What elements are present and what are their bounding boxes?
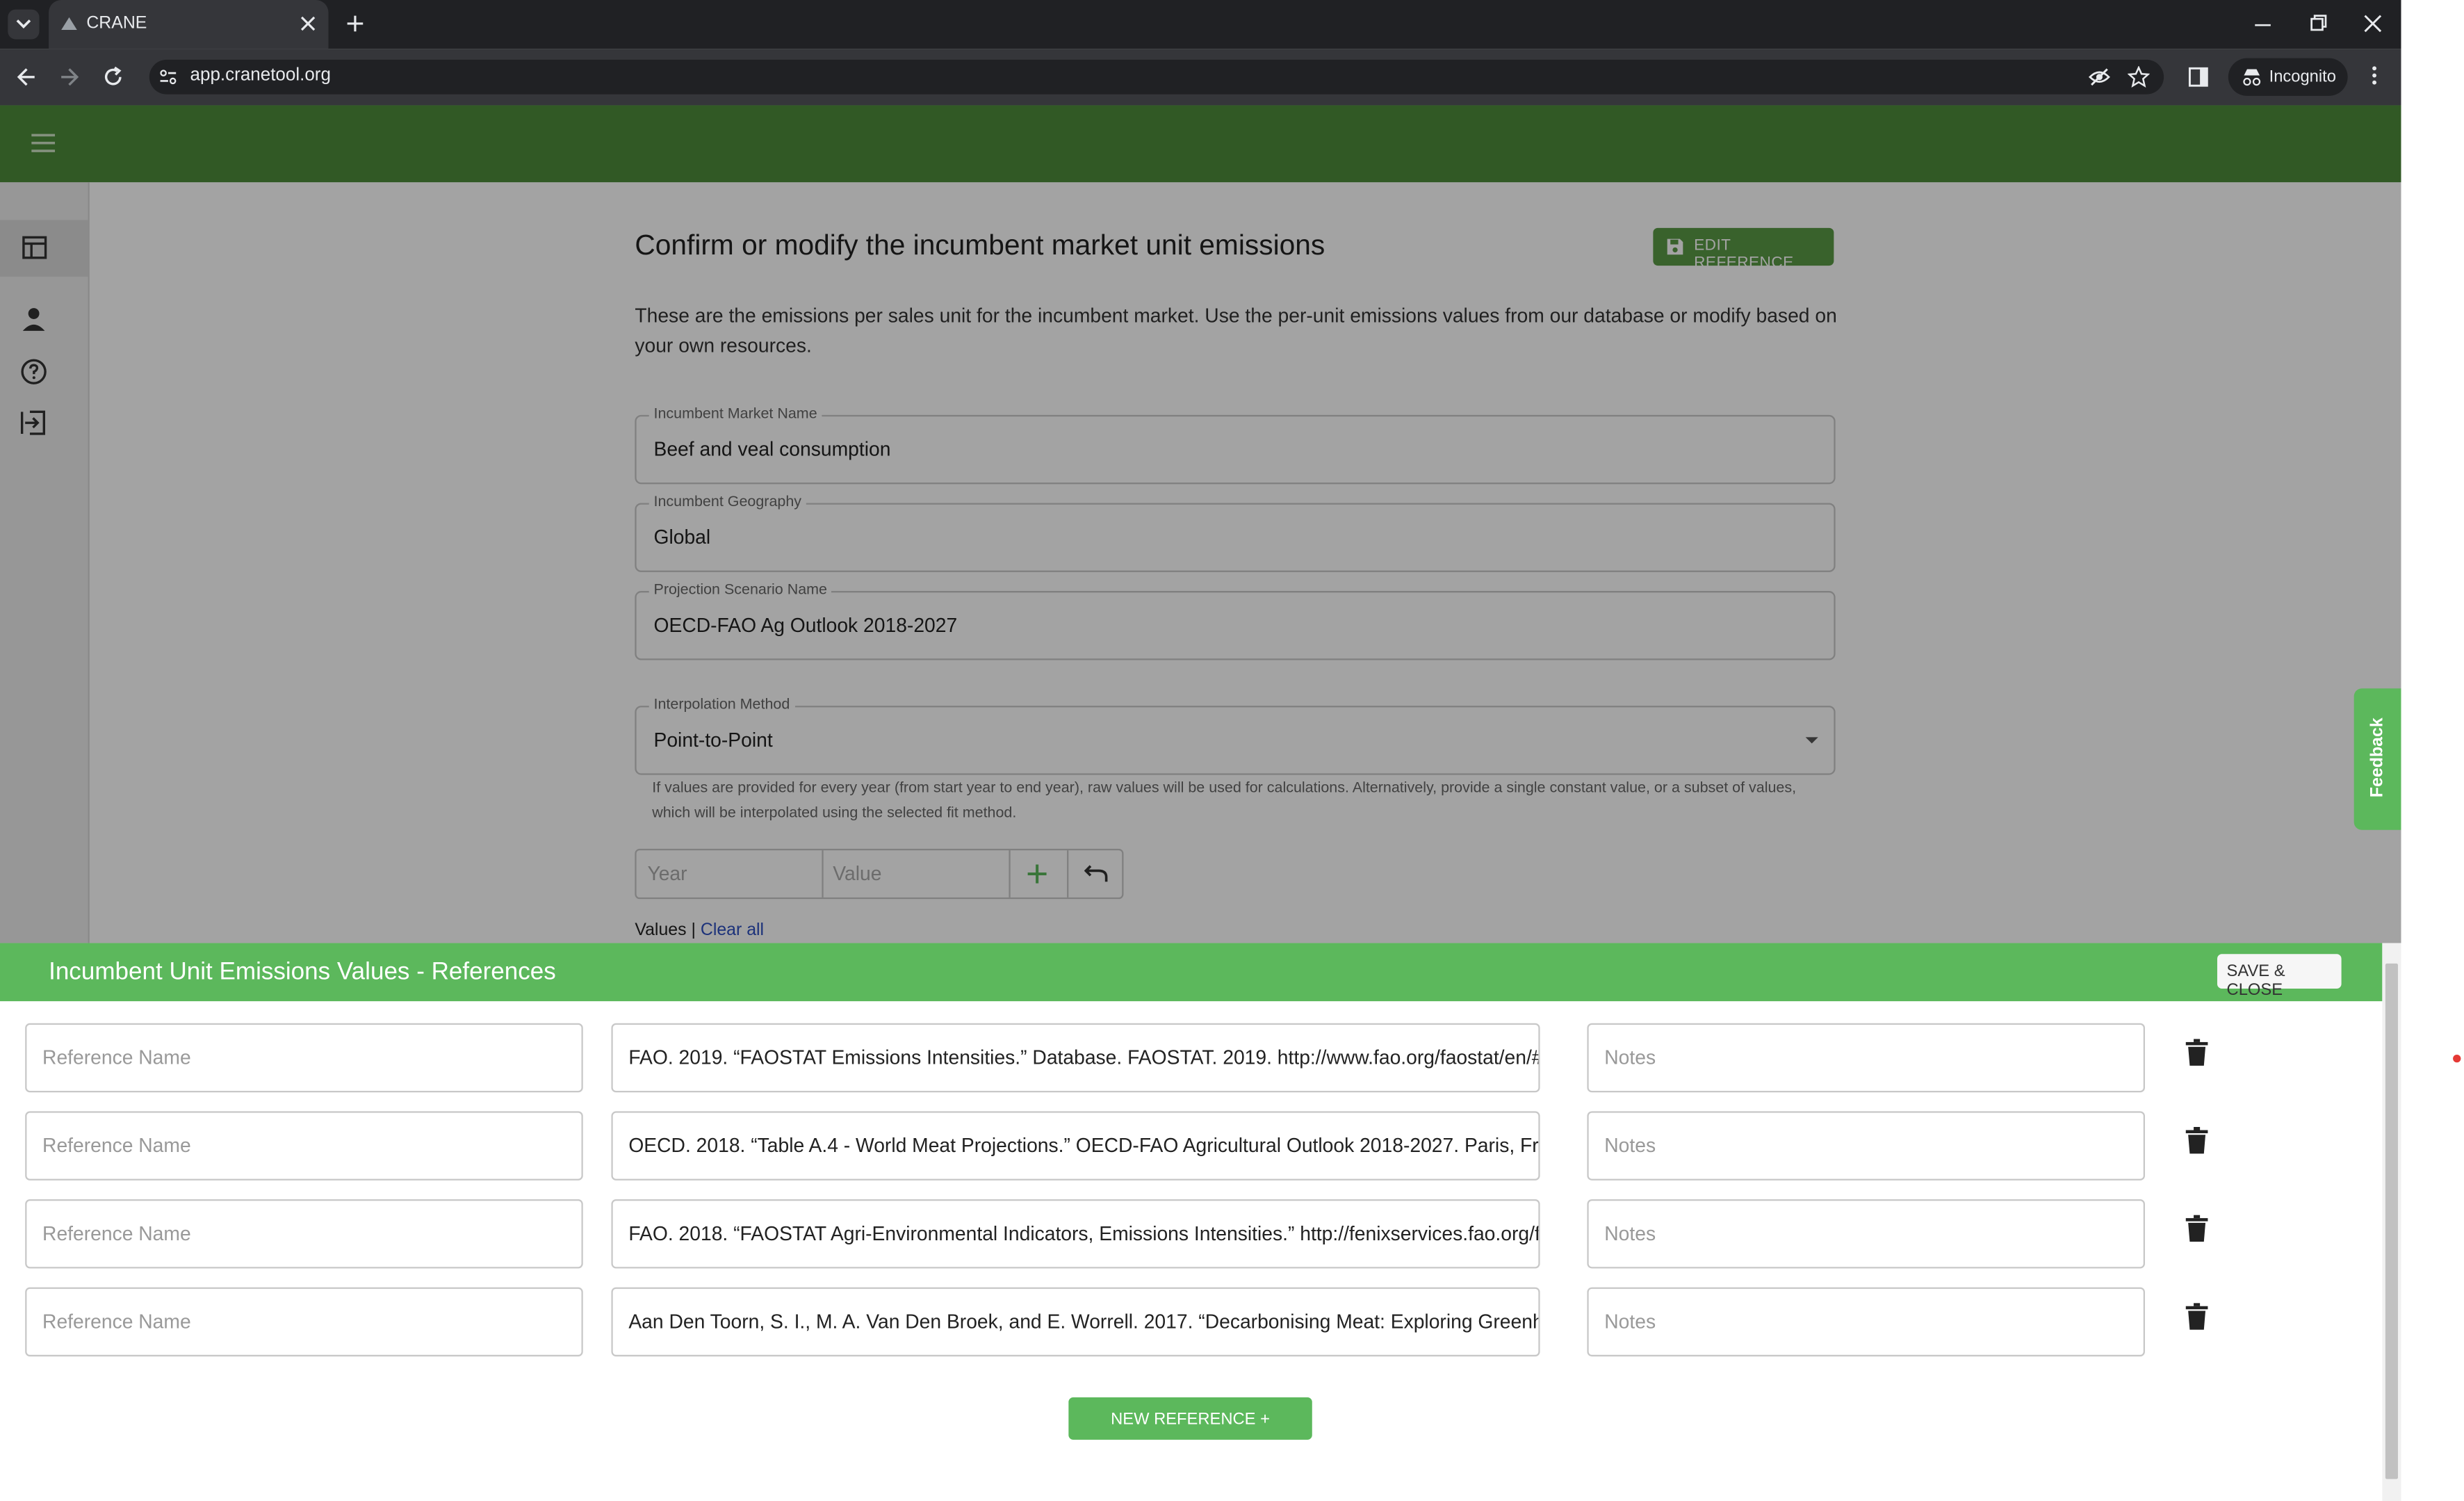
feedback-label: Feedback [2368, 717, 2388, 798]
scrollbar-thumb[interactable] [2385, 963, 2398, 1479]
reference-notes-input[interactable]: Notes [1587, 1287, 2145, 1357]
reference-notes-placeholder: Notes [1604, 1311, 1656, 1333]
forward-icon[interactable] [58, 66, 81, 88]
screen: CRANE app.cranetool.org Incognito Confir… [0, 0, 2464, 1501]
reference-notes-placeholder: Notes [1604, 1222, 1656, 1245]
reference-notes-placeholder: Notes [1604, 1046, 1656, 1069]
tab-search-button[interactable] [8, 9, 40, 40]
new-reference-button[interactable]: NEW REFERENCE + [1068, 1397, 1312, 1440]
status-dot [2453, 1054, 2461, 1063]
browser-tab-crane[interactable]: CRANE [49, 0, 329, 49]
minimize-icon[interactable] [2253, 16, 2272, 35]
new-reference-label: NEW REFERENCE + [1111, 1409, 1270, 1429]
close-window-icon[interactable] [2363, 14, 2382, 33]
reference-notes-input[interactable]: Notes [1587, 1023, 2145, 1093]
reference-citation-input[interactable]: Aan Den Toorn, S. I., M. A. Van Den Broe… [611, 1287, 1540, 1357]
delete-trash-icon[interactable] [2185, 1303, 2210, 1331]
back-icon[interactable] [16, 66, 38, 88]
reference-name-placeholder: Reference Name [42, 1222, 191, 1245]
reference-citation-value: OECD. 2018. “Table A.4 - World Meat Proj… [628, 1135, 1540, 1157]
reference-name-input[interactable]: Reference Name [25, 1023, 583, 1093]
incognito-icon [2243, 69, 2261, 86]
reference-citation-value: FAO. 2018. “FAOSTAT Agri-Environmental I… [628, 1222, 1540, 1245]
reference-name-input[interactable]: Reference Name [25, 1199, 583, 1269]
reference-citation-value: FAO. 2019. “FAOSTAT Emissions Intensitie… [628, 1046, 1540, 1069]
reference-notes-input[interactable]: Notes [1587, 1111, 2145, 1180]
references-drawer-title: Incumbent Unit Emissions Values - Refere… [49, 959, 556, 986]
reference-name-placeholder: Reference Name [42, 1311, 191, 1333]
eye-off-icon[interactable] [2088, 66, 2111, 88]
reference-citation-value: Aan Den Toorn, S. I., M. A. Van Den Broe… [628, 1311, 1540, 1333]
crane-favicon-icon [61, 17, 77, 30]
url-text: app.cranetool.org [190, 65, 331, 86]
reload-icon[interactable] [102, 66, 124, 88]
delete-trash-icon[interactable] [2185, 1215, 2210, 1244]
delete-trash-icon[interactable] [2185, 1039, 2210, 1067]
reference-citation-input[interactable]: OECD. 2018. “Table A.4 - World Meat Proj… [611, 1111, 1540, 1180]
reference-name-placeholder: Reference Name [42, 1046, 191, 1069]
site-settings-icon[interactable] [158, 67, 177, 86]
save-close-label: SAVE & CLOSE [2226, 962, 2285, 1000]
modal-backdrop[interactable] [0, 105, 2401, 943]
address-bar[interactable]: app.cranetool.org [149, 59, 2164, 95]
incognito-label: Incognito [2269, 67, 2336, 87]
reference-name-placeholder: Reference Name [42, 1135, 191, 1157]
side-panel-icon[interactable] [2187, 66, 2210, 88]
window-edge [2401, 0, 2464, 1501]
reference-citation-input[interactable]: FAO. 2018. “FAOSTAT Agri-Environmental I… [611, 1199, 1540, 1269]
restore-icon[interactable] [2308, 14, 2327, 33]
reference-name-input[interactable]: Reference Name [25, 1111, 583, 1180]
browser-tab-bar: CRANE [0, 0, 2401, 49]
tab-title: CRANE [86, 14, 147, 33]
browser-menu-icon[interactable] [2365, 65, 2384, 87]
new-tab-icon[interactable] [345, 14, 364, 33]
close-tab-icon[interactable] [300, 16, 316, 32]
reference-name-input[interactable]: Reference Name [25, 1287, 583, 1357]
delete-trash-icon[interactable] [2185, 1126, 2210, 1155]
reference-citation-input[interactable]: FAO. 2019. “FAOSTAT Emissions Intensitie… [611, 1023, 1540, 1093]
feedback-tab[interactable]: Feedback [2353, 688, 2401, 830]
save-close-button[interactable]: SAVE & CLOSE [2217, 954, 2342, 1000]
chevron-down-icon [16, 19, 31, 29]
reference-notes-input[interactable]: Notes [1587, 1199, 2145, 1269]
reference-notes-placeholder: Notes [1604, 1135, 1656, 1157]
incognito-badge[interactable]: Incognito [2228, 58, 2348, 96]
bookmark-star-icon[interactable] [2128, 65, 2150, 88]
